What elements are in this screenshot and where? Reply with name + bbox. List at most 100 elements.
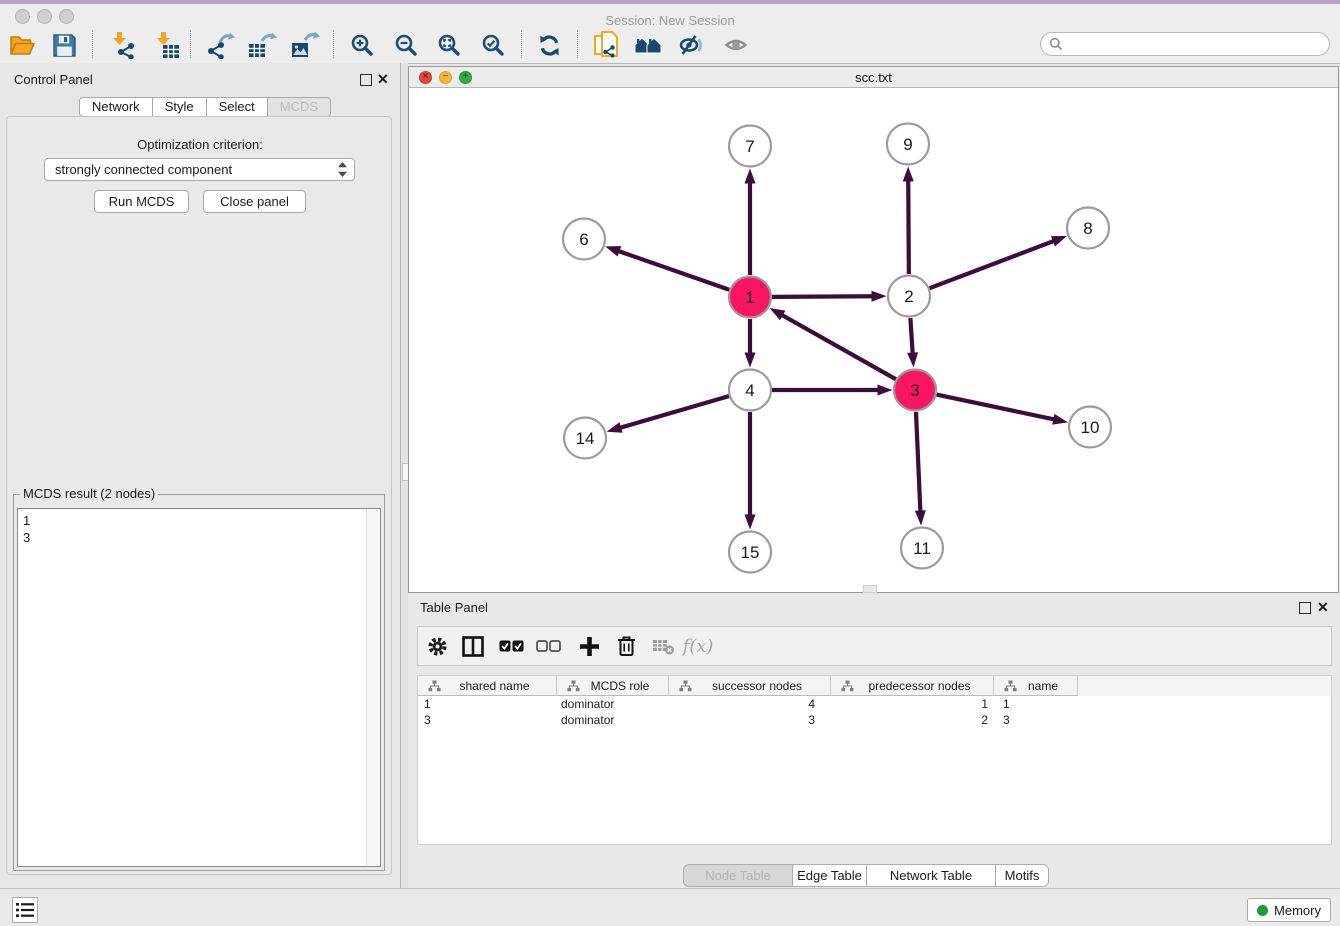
mcds-result-group: MCDS result (2 nodes) 13 [13, 494, 385, 871]
zoom-selected-icon [481, 33, 505, 57]
network-view-window: × − + scc.txt 7968124314101511 [408, 66, 1339, 593]
main-titlebar[interactable]: Session: New Session [0, 4, 1340, 28]
column-header-name[interactable]: name [994, 676, 1078, 696]
export-table-button[interactable] [245, 29, 279, 61]
tab-network-table[interactable]: Network Table [866, 864, 996, 887]
toolbar-separator [92, 30, 93, 58]
cell-shared_name[interactable]: 3 [418, 713, 557, 727]
clone-network-icon [593, 31, 620, 59]
table-settings-button[interactable] [419, 630, 455, 662]
unselect-all-button[interactable] [530, 630, 566, 662]
graph-edge-1-6[interactable] [618, 251, 729, 290]
import-network-button[interactable] [105, 29, 139, 61]
first-neighbors-button[interactable] [631, 29, 665, 61]
graph-node-label: 4 [745, 381, 754, 400]
network-canvas[interactable]: 7968124314101511 [409, 88, 1338, 592]
float-table-panel-icon[interactable] [1299, 602, 1311, 614]
mcds-result-box[interactable]: 13 [17, 508, 381, 867]
float-panel-icon[interactable] [360, 74, 372, 86]
graph-node-label: 2 [904, 287, 913, 306]
save-floppy-icon [52, 33, 77, 58]
tab-edge-table[interactable]: Edge Table [792, 864, 867, 887]
cell-shared_name[interactable]: 1 [418, 697, 557, 711]
cell-successor_nodes[interactable]: 3 [669, 713, 831, 727]
graph-node-label: 7 [745, 137, 754, 156]
status-bar: Memory [0, 888, 1340, 926]
export-image-button[interactable] [288, 29, 322, 61]
import-table-button[interactable] [149, 29, 183, 61]
cell-mcds_role[interactable]: dominator [557, 697, 669, 711]
network-resize-handle[interactable] [863, 585, 877, 593]
result-scrollbar[interactable] [366, 509, 380, 866]
columns-icon [462, 636, 484, 657]
cell-name[interactable]: 3 [994, 713, 1078, 727]
column-header-label: shared name [445, 679, 556, 693]
add-column-button[interactable] [571, 630, 607, 662]
search-input[interactable] [1068, 34, 1329, 54]
criterion-dropdown[interactable]: strongly connected component [44, 158, 355, 181]
search-box[interactable] [1040, 32, 1330, 56]
memory-button[interactable]: Memory [1247, 898, 1331, 922]
cell-successor_nodes[interactable]: 4 [669, 697, 831, 711]
export-network-button[interactable] [203, 29, 237, 61]
cell-predecessor_nodes[interactable]: 2 [831, 713, 994, 727]
open-session-button[interactable] [5, 29, 39, 61]
graph-node-label: 6 [579, 230, 588, 249]
hide-graphics-details-button[interactable] [675, 29, 709, 61]
trash-icon [616, 635, 637, 657]
graph-edge-4-14[interactable] [620, 396, 729, 428]
edge-arrowhead [770, 308, 786, 320]
column-header-successor-nodes[interactable]: successor nodes [669, 676, 831, 696]
tab-network[interactable]: Network [79, 97, 153, 117]
control-panel: Control Panel ✕ NetworkStyleSelectMCDS O… [0, 63, 400, 888]
cell-predecessor_nodes[interactable]: 1 [831, 697, 994, 711]
graph-edge-1-2[interactable] [772, 296, 873, 297]
save-session-button[interactable] [47, 29, 81, 61]
window-title: Session: New Session [0, 13, 1340, 28]
panel-splitter[interactable] [400, 63, 408, 888]
clone-network-button[interactable] [589, 29, 623, 61]
tab-node-table[interactable]: Node Table [683, 864, 793, 887]
show-columns-button[interactable] [455, 630, 491, 662]
close-panel-icon[interactable]: ✕ [377, 73, 389, 85]
delete-column-button[interactable] [608, 630, 644, 662]
run-mcds-button[interactable]: Run MCDS [94, 190, 189, 213]
column-header-shared-name[interactable]: shared name [418, 676, 557, 696]
column-header-predecessor-nodes[interactable]: predecessor nodes [831, 676, 994, 696]
tab-motifs[interactable]: Motifs [995, 864, 1049, 887]
tab-mcds[interactable]: MCDS [267, 97, 331, 117]
zoom-selected-button[interactable] [476, 29, 510, 61]
show-graphics-details-button[interactable] [720, 29, 754, 61]
graph-edge-2-3[interactable] [910, 318, 912, 354]
select-all-button[interactable] [493, 630, 529, 662]
close-table-panel-icon[interactable]: ✕ [1317, 601, 1329, 613]
function-builder-button[interactable]: f(x) [680, 630, 716, 662]
search-icon [1049, 37, 1063, 51]
graph-node-label: 3 [910, 381, 919, 400]
graph-edge-3-1[interactable] [782, 315, 896, 379]
tab-style[interactable]: Style [152, 97, 207, 117]
zoom-out-button[interactable] [389, 29, 423, 61]
column-tree-icon [841, 680, 854, 692]
graph-edge-2-9[interactable] [908, 180, 909, 274]
refresh-icon [537, 33, 562, 58]
close-panel-button[interactable]: Close panel [203, 190, 306, 213]
column-header-label: predecessor nodes [858, 679, 993, 693]
graph-edge-3-10[interactable] [937, 395, 1055, 420]
refresh-button[interactable] [532, 29, 566, 61]
task-history-button[interactable] [12, 897, 38, 923]
graph-edge-2-8[interactable] [930, 241, 1054, 288]
zoom-in-button[interactable] [345, 29, 379, 61]
table-row[interactable]: 3dominator323 [418, 712, 1331, 728]
result-line: 1 [23, 512, 30, 529]
zoom-fit-button[interactable] [432, 29, 466, 61]
table-row[interactable]: 1dominator411 [418, 696, 1331, 712]
cell-name[interactable]: 1 [994, 697, 1078, 711]
column-header-MCDS-role[interactable]: MCDS role [557, 676, 669, 696]
network-window-titlebar[interactable]: × − + scc.txt [409, 67, 1338, 88]
tab-select[interactable]: Select [206, 97, 268, 117]
graph-edge-3-11[interactable] [916, 412, 920, 512]
cell-mcds_role[interactable]: dominator [557, 713, 669, 727]
delete-table-button[interactable] [645, 630, 681, 662]
mcds-result-title: MCDS result (2 nodes) [20, 486, 158, 501]
